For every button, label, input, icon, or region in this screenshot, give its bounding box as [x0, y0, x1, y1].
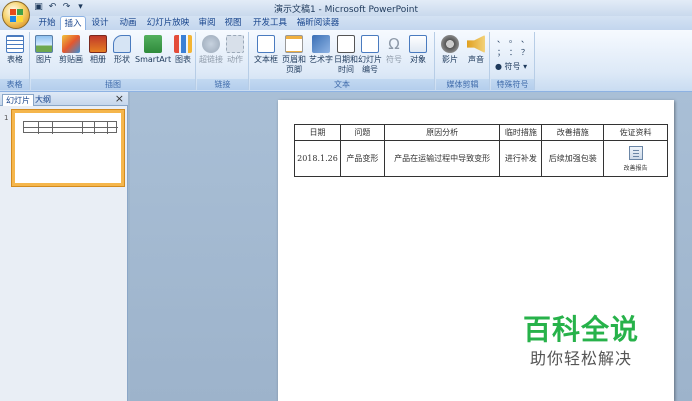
group-table: 表格 表格 — [0, 32, 30, 90]
photo-album-button[interactable]: 相册 — [87, 33, 109, 77]
hyperlink-button[interactable]: 超链接 — [199, 33, 223, 77]
group-illustrations: 图片 剪贴画 相册 形状 SmartArt 图表 插图 — [31, 32, 196, 90]
textbox-button[interactable]: 文本框 — [254, 33, 278, 77]
speaker-icon — [467, 35, 485, 53]
action-button[interactable]: 动作 — [224, 33, 246, 77]
tab-slideshow[interactable]: 幻灯片放映 — [144, 16, 192, 30]
symbol-semicolon[interactable]: ； — [497, 47, 505, 58]
cell-temp-measure[interactable]: 进行补发 — [499, 140, 543, 177]
shapes-button[interactable]: 形状 — [111, 33, 133, 77]
symbol-comma[interactable]: 、 — [497, 34, 505, 45]
symbol-button[interactable]: Ω 符号 — [384, 33, 404, 77]
hyperlink-icon — [202, 35, 220, 53]
group-illustrations-label: 插图 — [31, 79, 195, 90]
tab-review[interactable]: 审阅 — [196, 16, 218, 30]
chart-button[interactable]: 图表 — [173, 33, 193, 77]
header-evidence[interactable]: 佐证资料 — [603, 124, 668, 141]
slide-table[interactable]: 日期 问题 原因分析 临时措施 改善措施 佐证资料 2018.1.26 产品变形… — [294, 124, 668, 177]
group-special-symbols: 、 。 、 ； ： ？ ● 符号 ▾ 特殊符号 — [491, 32, 535, 90]
sound-button[interactable]: 声音 — [464, 33, 488, 77]
object-icon — [409, 35, 427, 53]
table-row: 2018.1.26 产品变形 产品在运输过程中导致变形 进行补发 后续加强包装 … — [294, 140, 668, 177]
group-media: 影片 声音 媒体剪辑 — [436, 32, 490, 90]
table-header-row: 日期 问题 原因分析 临时措施 改善措施 佐证资料 — [294, 124, 668, 141]
movie-reel-icon — [441, 35, 459, 53]
group-media-label: 媒体剪辑 — [436, 79, 489, 90]
watermark-title: 百科全说 — [522, 313, 639, 346]
symbol-period[interactable]: 。 — [509, 34, 517, 45]
cell-improvement[interactable]: 后续加强包装 — [541, 140, 605, 177]
slide-number-button[interactable]: 幻灯片编号 — [358, 33, 382, 77]
cell-evidence[interactable]: 改善报告 — [603, 140, 668, 177]
attachment-caption: 改善报告 — [623, 164, 648, 172]
object-button[interactable]: 对象 — [406, 33, 430, 77]
smartart-button[interactable]: SmartArt — [135, 33, 171, 77]
omega-icon: Ω — [388, 35, 400, 53]
tab-view[interactable]: 视图 — [222, 16, 244, 30]
tab-home[interactable]: 开始 — [34, 16, 60, 30]
table-icon — [6, 35, 24, 53]
movie-button[interactable]: 影片 — [438, 33, 462, 77]
cell-cause[interactable]: 产品在运输过程中导致变形 — [383, 140, 501, 177]
ribbon: 表格 表格 图片 剪贴画 相册 形状 SmartArt 图表 插图 超链接 动作… — [0, 30, 692, 92]
tab-insert[interactable]: 插入 — [60, 16, 86, 31]
symbol-colon[interactable]: ： — [509, 47, 517, 58]
window-title: 演示文稿1 - Microsoft PowerPoint — [273, 5, 419, 15]
tab-slides[interactable]: 幻灯片 — [2, 94, 34, 106]
slide-thumbnail[interactable] — [12, 110, 124, 186]
tab-animations[interactable]: 动画 — [116, 16, 140, 30]
shapes-icon — [113, 35, 131, 53]
cell-issue[interactable]: 产品变形 — [339, 140, 385, 177]
header-footer-icon — [285, 35, 303, 53]
wordart-button[interactable]: 艺术字 — [308, 33, 334, 77]
group-text-label: 文本 — [250, 79, 434, 90]
pane-tabs: 幻灯片 大纲 × — [0, 92, 128, 106]
date-time-button[interactable]: 日期和时间 — [334, 33, 358, 77]
symbol-question[interactable]: ？ — [521, 47, 529, 58]
ribbon-tabs: 开始 插入 设计 动画 幻灯片放映 审阅 视图 开发工具 福昕阅读器 — [0, 16, 692, 31]
slide-number-label: 1 — [4, 114, 9, 122]
header-cause[interactable]: 原因分析 — [383, 124, 501, 141]
picture-icon — [35, 35, 53, 53]
slide-number-icon — [361, 35, 379, 53]
header-date[interactable]: 日期 — [294, 124, 341, 141]
group-links: 超链接 动作 链接 — [197, 32, 249, 90]
table-button[interactable]: 表格 — [2, 33, 28, 77]
textbox-icon — [257, 35, 275, 53]
header-footer-button[interactable]: 页眉和页脚 — [280, 33, 308, 77]
office-logo-icon — [10, 9, 23, 22]
slides-pane: 幻灯片 大纲 × 1 — [0, 92, 128, 401]
tab-design[interactable]: 设计 — [88, 16, 112, 30]
header-improvement[interactable]: 改善措施 — [541, 124, 605, 141]
smartart-icon — [144, 35, 162, 53]
group-table-label: 表格 — [0, 79, 29, 90]
close-icon[interactable]: × — [115, 93, 124, 104]
watermark-subtitle: 助你轻松解决 — [529, 349, 632, 368]
header-temp-measure[interactable]: 临时措施 — [499, 124, 543, 141]
group-links-label: 链接 — [197, 79, 248, 90]
action-icon — [226, 35, 244, 53]
clipart-button[interactable]: 剪贴画 — [57, 33, 85, 77]
wordart-icon — [312, 35, 330, 53]
tab-outline[interactable]: 大纲 — [32, 94, 54, 106]
office-button[interactable] — [2, 1, 30, 29]
header-issue[interactable]: 问题 — [339, 124, 385, 141]
group-special-symbols-label: 特殊符号 — [491, 79, 534, 90]
title-bar: ▣ ↶ ↷ ▾ 演示文稿1 - Microsoft PowerPoint — [0, 0, 692, 29]
photo-album-icon — [89, 35, 107, 53]
group-text: 文本框 页眉和页脚 艺术字 日期和时间 幻灯片编号 Ω 符号 对象 文本 — [250, 32, 435, 90]
symbol-enum-comma[interactable]: 、 — [521, 34, 529, 45]
picture-button[interactable]: 图片 — [33, 33, 55, 77]
thumbnail-table — [23, 121, 118, 134]
document-icon[interactable] — [628, 145, 643, 160]
calendar-icon — [337, 35, 355, 53]
cell-date[interactable]: 2018.1.26 — [294, 140, 341, 177]
table-label: 表格 — [7, 55, 23, 64]
tab-developer[interactable]: 开发工具 — [250, 16, 290, 30]
clipart-icon — [62, 35, 80, 53]
special-symbol-dropdown[interactable]: ● 符号 ▾ — [495, 61, 527, 72]
chart-icon — [174, 35, 192, 53]
tab-foxit-reader[interactable]: 福昕阅读器 — [294, 16, 342, 30]
